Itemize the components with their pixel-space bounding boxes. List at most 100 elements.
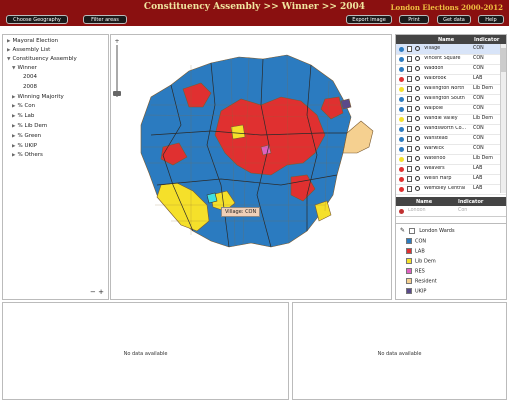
tree-item-2008[interactable]: 2008 <box>23 84 37 90</box>
table-scrollbar[interactable] <box>500 44 506 193</box>
party-dot-icon <box>399 187 404 192</box>
no-data-message: No data available <box>123 351 168 357</box>
legend-layer-header[interactable]: ✎ London Wards <box>400 227 455 234</box>
table-row[interactable]: Waterloo Lib Dem <box>396 154 506 165</box>
scrollbar-thumb[interactable] <box>501 48 506 72</box>
table-row[interactable]: Wanstead CON <box>396 134 506 145</box>
choose-geography-button[interactable]: Choose Geography <box>6 15 68 24</box>
brand-title: London Elections 2000-2012 <box>390 3 503 12</box>
document-icon[interactable] <box>407 186 412 192</box>
table-row[interactable]: Warwick CON <box>396 144 506 155</box>
table-row[interactable]: Welsh Harp LAB <box>396 174 506 185</box>
map-panel[interactable]: + Village: CON <box>110 34 392 300</box>
zoom-thumb[interactable] <box>113 91 121 96</box>
selected-table-header: Name Indicator <box>396 197 506 206</box>
party-dot-icon <box>399 209 404 214</box>
table-row[interactable]: Wallington South CON <box>396 94 506 105</box>
row-indicator: LAB <box>473 186 483 191</box>
document-icon[interactable] <box>407 146 412 152</box>
document-icon[interactable] <box>407 136 412 142</box>
tree-item-pct-others[interactable]: ▶% Others <box>12 152 43 158</box>
tree-item-pct-ukip[interactable]: ▶% UKIP <box>12 143 37 149</box>
selected-row[interactable]: London Con <box>396 206 506 217</box>
map-region-res <box>260 144 272 156</box>
indicator-tree-panel: ▶ Mayoral Election ▶ Assembly List ▼ Consti… <box>2 34 109 300</box>
tree-item-pct-lab[interactable]: ▶% Lab <box>12 113 34 119</box>
zoom-to-icon[interactable] <box>415 146 420 151</box>
table-row[interactable]: Wembley Central LAB <box>396 184 506 195</box>
table-row[interactable]: Waddon CON <box>396 64 506 75</box>
filter-areas-button[interactable]: Filter areas <box>83 15 127 24</box>
zoom-to-icon[interactable] <box>415 186 420 191</box>
legend-item: UKIP <box>406 288 426 295</box>
row-name: Walbrook <box>424 76 447 81</box>
column-header-name[interactable]: Name <box>438 37 454 43</box>
map-zoom-slider[interactable]: + <box>113 39 121 109</box>
triangle-right-icon: ▶ <box>7 48 11 53</box>
print-button[interactable]: Print <box>399 15 429 24</box>
table-row[interactable]: Wandsworth Co... CON <box>396 124 506 135</box>
tree-item-winning-majority[interactable]: ▶ Winning Majority <box>12 94 64 100</box>
zoom-to-icon[interactable] <box>415 116 420 121</box>
zoom-to-icon[interactable] <box>415 106 420 111</box>
table-row[interactable]: Weavers LAB <box>396 164 506 175</box>
zoom-track[interactable] <box>116 45 118 97</box>
document-icon[interactable] <box>407 166 412 172</box>
document-icon[interactable] <box>407 106 412 112</box>
tree-item-pct-con[interactable]: ▶% Con <box>12 103 35 109</box>
table-row[interactable]: Village CON <box>396 44 506 55</box>
tree-item-pct-lib-dem[interactable]: ▶% Lib Dem <box>12 123 47 129</box>
party-dot-icon <box>399 97 404 102</box>
checkbox-checked-icon[interactable] <box>408 227 415 234</box>
document-icon[interactable] <box>407 86 412 92</box>
zoom-to-icon[interactable] <box>415 86 420 91</box>
zoom-to-icon[interactable] <box>415 96 420 101</box>
tree-item-mayoral-election[interactable]: ▶ Mayoral Election <box>7 38 58 44</box>
zoom-to-icon[interactable] <box>415 176 420 181</box>
map-region-libdem <box>230 124 246 140</box>
tree-item-constituency-assembly[interactable]: ▼ Constituency Assembly <box>7 56 77 62</box>
london-wards-map[interactable] <box>111 35 392 300</box>
tree-item-pct-green[interactable]: ▶% Green <box>12 133 41 139</box>
table-row[interactable]: Vincent Square CON <box>396 54 506 65</box>
document-icon[interactable] <box>407 176 412 182</box>
tree-zoom-controls[interactable]: − + <box>90 288 104 296</box>
export-image-button[interactable]: Export image <box>346 15 392 24</box>
triangle-right-icon: ▶ <box>12 95 16 100</box>
document-icon[interactable] <box>407 46 412 52</box>
tree-item-winner[interactable]: ▼ Winner <box>12 65 37 71</box>
document-icon[interactable] <box>407 66 412 72</box>
zoom-to-icon[interactable] <box>415 76 420 81</box>
zoom-to-icon[interactable] <box>415 56 420 61</box>
document-icon[interactable] <box>407 56 412 62</box>
map-tooltip: Village: CON <box>221 207 261 217</box>
document-icon[interactable] <box>407 76 412 82</box>
row-indicator: CON <box>473 146 484 151</box>
table-row[interactable]: Wandle Valley Lib Dem <box>396 114 506 125</box>
column-header-indicator[interactable]: Indicator <box>474 37 499 43</box>
zoom-to-icon[interactable] <box>415 126 420 131</box>
table-row[interactable]: Wallington North Lib Dem <box>396 84 506 95</box>
tree-item-2004[interactable]: 2004 <box>23 74 37 80</box>
zoom-to-icon[interactable] <box>415 156 420 161</box>
document-icon[interactable] <box>407 126 412 132</box>
table-row[interactable]: Walbrook LAB <box>396 74 506 85</box>
row-name: Vincent Square <box>424 56 461 61</box>
tree-item-assembly-list[interactable]: ▶ Assembly List <box>7 47 50 53</box>
row-indicator: CON <box>473 96 484 101</box>
zoom-to-icon[interactable] <box>415 66 420 71</box>
row-name: Wanstead <box>424 136 448 141</box>
zoom-to-icon[interactable] <box>415 136 420 141</box>
help-button[interactable]: Help <box>478 15 504 24</box>
get-data-button[interactable]: Get data <box>437 15 471 24</box>
table-row[interactable]: Walpole CON <box>396 104 506 115</box>
document-icon[interactable] <box>407 96 412 102</box>
zoom-to-icon[interactable] <box>415 46 420 51</box>
zoom-to-icon[interactable] <box>415 166 420 171</box>
legend-item: Lib Dem <box>406 258 436 265</box>
document-icon[interactable] <box>407 156 412 162</box>
row-indicator: Lib Dem <box>473 86 493 91</box>
triangle-down-icon: ▼ <box>12 66 16 71</box>
document-icon[interactable] <box>407 116 412 122</box>
pencil-icon[interactable]: ✎ <box>400 227 405 234</box>
